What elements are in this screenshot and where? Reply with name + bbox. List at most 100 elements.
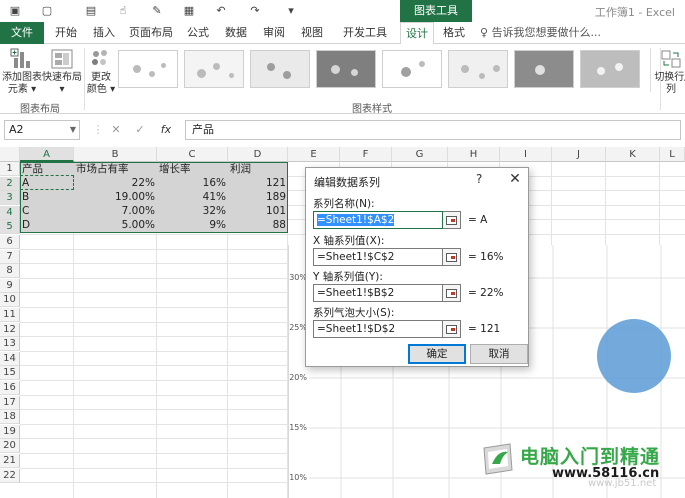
name-box[interactable]: A2 ▼ — [4, 120, 80, 140]
redo-icon[interactable]: ↷ — [248, 4, 262, 18]
add-chart-element-button[interactable]: 添加图表 元素 ▾ — [2, 48, 42, 96]
y-values-collapse-button[interactable] — [443, 284, 461, 302]
print-preview-icon[interactable]: ▦ — [182, 4, 196, 18]
tab-home[interactable]: 开始 — [50, 22, 82, 44]
row-header-12[interactable]: 12 — [0, 322, 20, 337]
bubble-size-collapse-button[interactable] — [443, 320, 461, 338]
chart-style-2[interactable] — [184, 50, 244, 88]
column-header-k[interactable]: K — [606, 147, 660, 162]
select-all-corner[interactable] — [0, 147, 20, 162]
column-header-i[interactable]: I — [500, 147, 552, 162]
chart-style-3[interactable] — [250, 50, 310, 88]
cell-a4[interactable]: C — [20, 204, 74, 218]
change-colors-button[interactable]: 更改 颜色 ▾ — [86, 48, 116, 96]
bubble-series-a[interactable] — [597, 319, 671, 393]
y-values-input[interactable]: =Sheet1!$B$2 — [313, 284, 443, 302]
column-header-c[interactable]: C — [157, 147, 228, 162]
row-header-18[interactable]: 18 — [0, 410, 20, 425]
cell-c5[interactable]: 9% — [157, 218, 228, 232]
cell-d5[interactable]: 88 — [228, 218, 288, 232]
row-header-17[interactable]: 17 — [0, 395, 20, 410]
tab-data[interactable]: 数据 — [220, 22, 252, 44]
column-header-j[interactable]: J — [552, 147, 606, 162]
cell-a5[interactable]: D — [20, 218, 74, 232]
cell-c4[interactable]: 32% — [157, 204, 228, 218]
column-header-b[interactable]: B — [74, 147, 157, 162]
tab-page-layout[interactable]: 页面布局 — [126, 22, 176, 44]
cell-b5[interactable]: 5.00% — [74, 218, 157, 232]
help-icon[interactable]: ? — [476, 172, 482, 186]
column-header-a[interactable]: A — [20, 147, 74, 162]
customize-quick-access-icon[interactable]: ▾ — [284, 4, 298, 18]
cell-a1[interactable]: 产品 — [20, 162, 74, 176]
row-header-22[interactable]: 22 — [0, 468, 20, 483]
column-header-l[interactable]: L — [660, 147, 685, 162]
column-header-h[interactable]: H — [448, 147, 500, 162]
row-header-13[interactable]: 13 — [0, 337, 20, 352]
series-name-collapse-button[interactable] — [443, 211, 461, 229]
save-icon[interactable]: ▣ — [8, 4, 22, 18]
row-header-7[interactable]: 7 — [0, 249, 20, 264]
row-header-10[interactable]: 10 — [0, 293, 20, 308]
chart-style-6[interactable] — [448, 50, 508, 88]
cell-c3[interactable]: 41% — [157, 190, 228, 204]
tab-view[interactable]: 视图 — [296, 22, 328, 44]
open-file-icon[interactable]: ▤ — [84, 4, 98, 18]
row-header-21[interactable]: 21 — [0, 454, 20, 468]
cell-b4[interactable]: 7.00% — [74, 204, 157, 218]
tab-formulas[interactable]: 公式 — [182, 22, 214, 44]
column-header-d[interactable]: D — [228, 147, 288, 162]
cell-a2[interactable]: A — [20, 176, 74, 190]
chart-style-5[interactable] — [382, 50, 442, 88]
bubble-size-input[interactable]: =Sheet1!$D$2 — [313, 320, 443, 338]
chart-style-1[interactable] — [118, 50, 178, 88]
row-header-11[interactable]: 11 — [0, 308, 20, 322]
chart-style-7[interactable] — [514, 50, 574, 88]
close-icon[interactable]: ✕ — [506, 170, 524, 188]
row-header-1[interactable]: 1 — [0, 162, 20, 176]
row-header-3[interactable]: 3 — [0, 191, 20, 206]
row-header-5[interactable]: 5 — [0, 220, 20, 235]
tab-design[interactable]: 设计 — [400, 22, 434, 45]
cancel-button[interactable]: 取消 — [470, 344, 528, 364]
chart-style-4[interactable] — [316, 50, 376, 88]
series-name-input[interactable]: =Sheet1!$A$2 — [313, 211, 443, 229]
row-header-14[interactable]: 14 — [0, 351, 20, 366]
x-values-collapse-button[interactable] — [443, 248, 461, 266]
row-header-6[interactable]: 6 — [0, 235, 20, 249]
row-header-19[interactable]: 19 — [0, 424, 20, 439]
cell-b1[interactable]: 市场占有率 — [74, 162, 157, 176]
ok-button[interactable]: 确定 — [408, 344, 466, 364]
tab-file[interactable]: 文件 — [0, 22, 44, 44]
tell-me-box[interactable]: ♀ 告诉我您想要做什么... — [480, 22, 601, 44]
row-header-9[interactable]: 9 — [0, 278, 20, 293]
cell-d3[interactable]: 189 — [228, 190, 288, 204]
formula-input[interactable]: 产品 — [185, 120, 681, 140]
cell-b2[interactable]: 22% — [74, 176, 157, 190]
tab-review[interactable]: 审阅 — [258, 22, 290, 44]
tab-insert[interactable]: 插入 — [88, 22, 120, 44]
cell-c1[interactable]: 增长率 — [157, 162, 228, 176]
column-header-f[interactable]: F — [340, 147, 392, 162]
name-box-dropdown-icon[interactable]: ▼ — [70, 121, 76, 139]
row-header-8[interactable]: 8 — [0, 264, 20, 279]
enter-icon[interactable]: ✓ — [130, 120, 150, 140]
chart-style-8[interactable] — [580, 50, 640, 88]
cell-a3[interactable]: B — [20, 190, 74, 204]
row-header-16[interactable]: 16 — [0, 381, 20, 395]
cancel-icon[interactable]: ✕ — [106, 120, 126, 140]
new-document-icon[interactable]: ▢ — [40, 4, 54, 18]
row-header-4[interactable]: 4 — [0, 205, 20, 220]
tab-developer[interactable]: 开发工具 — [334, 22, 396, 44]
x-values-input[interactable]: =Sheet1!$C$2 — [313, 248, 443, 266]
cell-d2[interactable]: 121 — [228, 176, 288, 190]
cell-d1[interactable]: 利润 — [228, 162, 288, 176]
row-header-15[interactable]: 15 — [0, 366, 20, 381]
undo-icon[interactable]: ↶ — [214, 4, 228, 18]
switch-row-column-button[interactable]: 切换行/列 — [654, 48, 685, 96]
quick-layout-button[interactable]: 快速布局 ▾ — [42, 48, 82, 96]
cell-c2[interactable]: 16% — [157, 176, 228, 190]
row-header-2[interactable]: 2 — [0, 176, 20, 191]
tab-format[interactable]: 格式 — [438, 22, 470, 44]
column-header-g[interactable]: G — [392, 147, 448, 162]
